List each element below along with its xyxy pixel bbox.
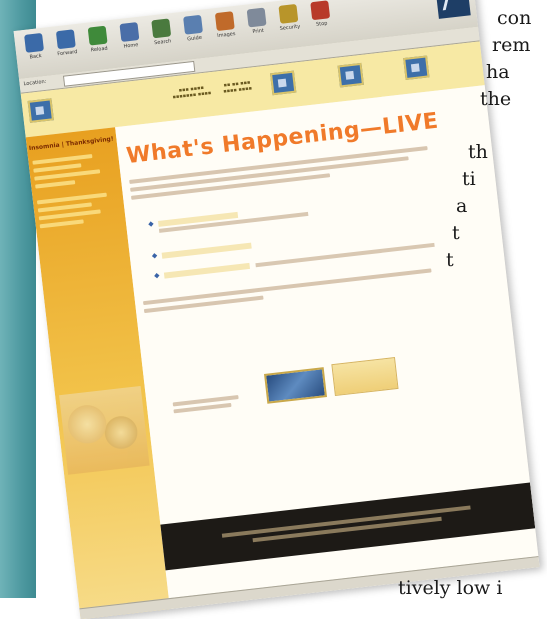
sidebar-photo	[59, 386, 150, 475]
location-label: Location:	[23, 78, 47, 88]
main-content: What's Happening—LIVE ◆ ◆ ◆	[115, 85, 540, 610]
reload-button[interactable]: Reload	[84, 25, 113, 54]
images-icon	[214, 11, 235, 32]
back-button[interactable]: Back	[20, 32, 49, 61]
sidebar-link[interactable]	[32, 154, 93, 165]
home-button[interactable]: Home	[115, 22, 144, 51]
bullet-icon: ◆	[153, 271, 160, 280]
nav-button-2[interactable]	[270, 70, 297, 96]
sidebar-link[interactable]	[36, 192, 107, 205]
security-button[interactable]: Security	[274, 3, 303, 32]
images-button[interactable]: Images	[211, 11, 240, 40]
event-description	[255, 242, 435, 268]
event-link[interactable]	[161, 242, 252, 259]
body-text-line: the	[480, 88, 512, 110]
body-text-line: t	[452, 222, 460, 244]
stop-icon	[310, 0, 331, 21]
body-text-line: tively low i	[398, 577, 503, 599]
nav-button-1[interactable]	[27, 98, 54, 123]
guide-button[interactable]: Guide	[179, 14, 208, 43]
bullet-icon: ◆	[151, 251, 158, 260]
bullet-icon: ◆	[147, 219, 155, 229]
body-text-line: ti	[462, 168, 476, 190]
body-text-line: ha	[486, 61, 510, 83]
body-text-line: rem	[492, 34, 531, 56]
back-arrow-icon	[24, 32, 45, 53]
stop-button[interactable]: Stop	[306, 0, 335, 29]
promo-caption	[172, 395, 240, 414]
body-text-line: con	[497, 7, 532, 29]
print-button[interactable]: Print	[243, 7, 272, 36]
browser-screenshot: Back Forward Reload Home Search Guide Im…	[13, 0, 540, 619]
event-link[interactable]	[163, 262, 251, 279]
browser-logo-icon	[435, 0, 471, 19]
lock-icon	[278, 3, 299, 24]
nav-link-1[interactable]: ▪▪▪ ▪▪▪▪ ▪▪▪▪▪▪▪ ▪▪▪▪	[171, 84, 212, 101]
home-icon	[119, 22, 140, 42]
promo-banner-alt[interactable]	[331, 357, 399, 397]
search-button[interactable]: Search	[147, 18, 176, 47]
reload-icon	[87, 25, 108, 46]
nav-button-3[interactable]	[337, 62, 364, 88]
body-text-line: t	[446, 249, 454, 271]
guide-icon	[183, 14, 203, 35]
nav-button-4[interactable]	[403, 55, 430, 81]
promo-banner[interactable]	[264, 367, 328, 404]
print-icon	[246, 7, 267, 28]
page-footer	[160, 482, 536, 571]
body-text-line: a	[456, 195, 468, 217]
sidebar-link[interactable]	[35, 180, 76, 189]
sidebar-link[interactable]	[39, 219, 84, 229]
forward-button[interactable]: Forward	[52, 29, 81, 58]
body-text-line: th	[468, 141, 488, 163]
forward-arrow-icon	[55, 29, 76, 50]
search-icon	[151, 18, 172, 39]
nav-link-2[interactable]: ▪▪ ▪▪ ▪▪▪ ▪▪▪▪ ▪▪▪▪	[219, 79, 256, 95]
sidebar-title: Insomnia | Thanksgiving!	[28, 135, 114, 153]
